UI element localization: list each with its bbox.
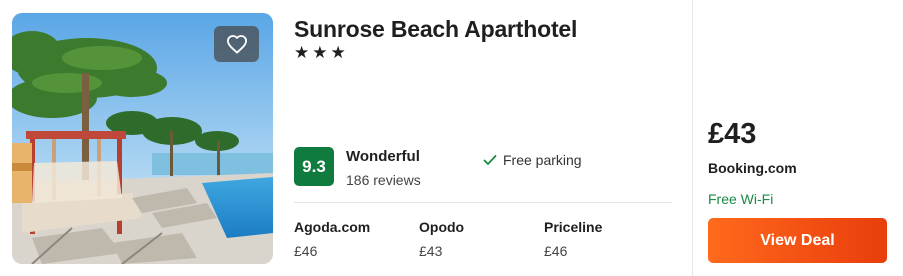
review-count[interactable]: 186 reviews (346, 172, 421, 188)
amenity-label: Free parking (503, 152, 582, 168)
provider-deal-priceline[interactable]: Priceline £46 (544, 219, 602, 259)
check-icon (483, 155, 497, 165)
best-price: £43 (708, 118, 757, 150)
favorite-button[interactable] (214, 26, 259, 62)
provider-price: £43 (419, 243, 443, 259)
hotel-name[interactable]: Sunrose Beach Aparthotel (294, 16, 577, 43)
provider-price: £46 (294, 243, 318, 259)
rating-score-badge: 9.3 (294, 147, 334, 186)
divider (294, 202, 672, 203)
view-deal-button[interactable]: View Deal (708, 218, 887, 263)
provider-name: Agoda.com (294, 219, 371, 235)
provider-deal-opodo[interactable]: Opodo £43 (419, 219, 464, 259)
rating-label: Wonderful (346, 148, 420, 165)
provider-name: Priceline (544, 219, 603, 235)
provider-name: Opodo (419, 219, 465, 235)
provider-deal-agoda[interactable]: Agoda.com £46 (294, 219, 370, 259)
deal-perk: Free Wi-Fi (708, 191, 774, 207)
star-rating: ★★★ (294, 43, 349, 62)
provider-price: £46 (544, 243, 568, 259)
amenity-free-parking: Free parking (483, 152, 582, 168)
divider-vertical (692, 0, 693, 276)
heart-outline-icon (226, 35, 247, 54)
hotel-result-card[interactable]: Sunrose Beach Aparthotel ★★★ 9.3 Wonderf… (0, 0, 903, 276)
best-price-provider: Booking.com (708, 160, 797, 176)
